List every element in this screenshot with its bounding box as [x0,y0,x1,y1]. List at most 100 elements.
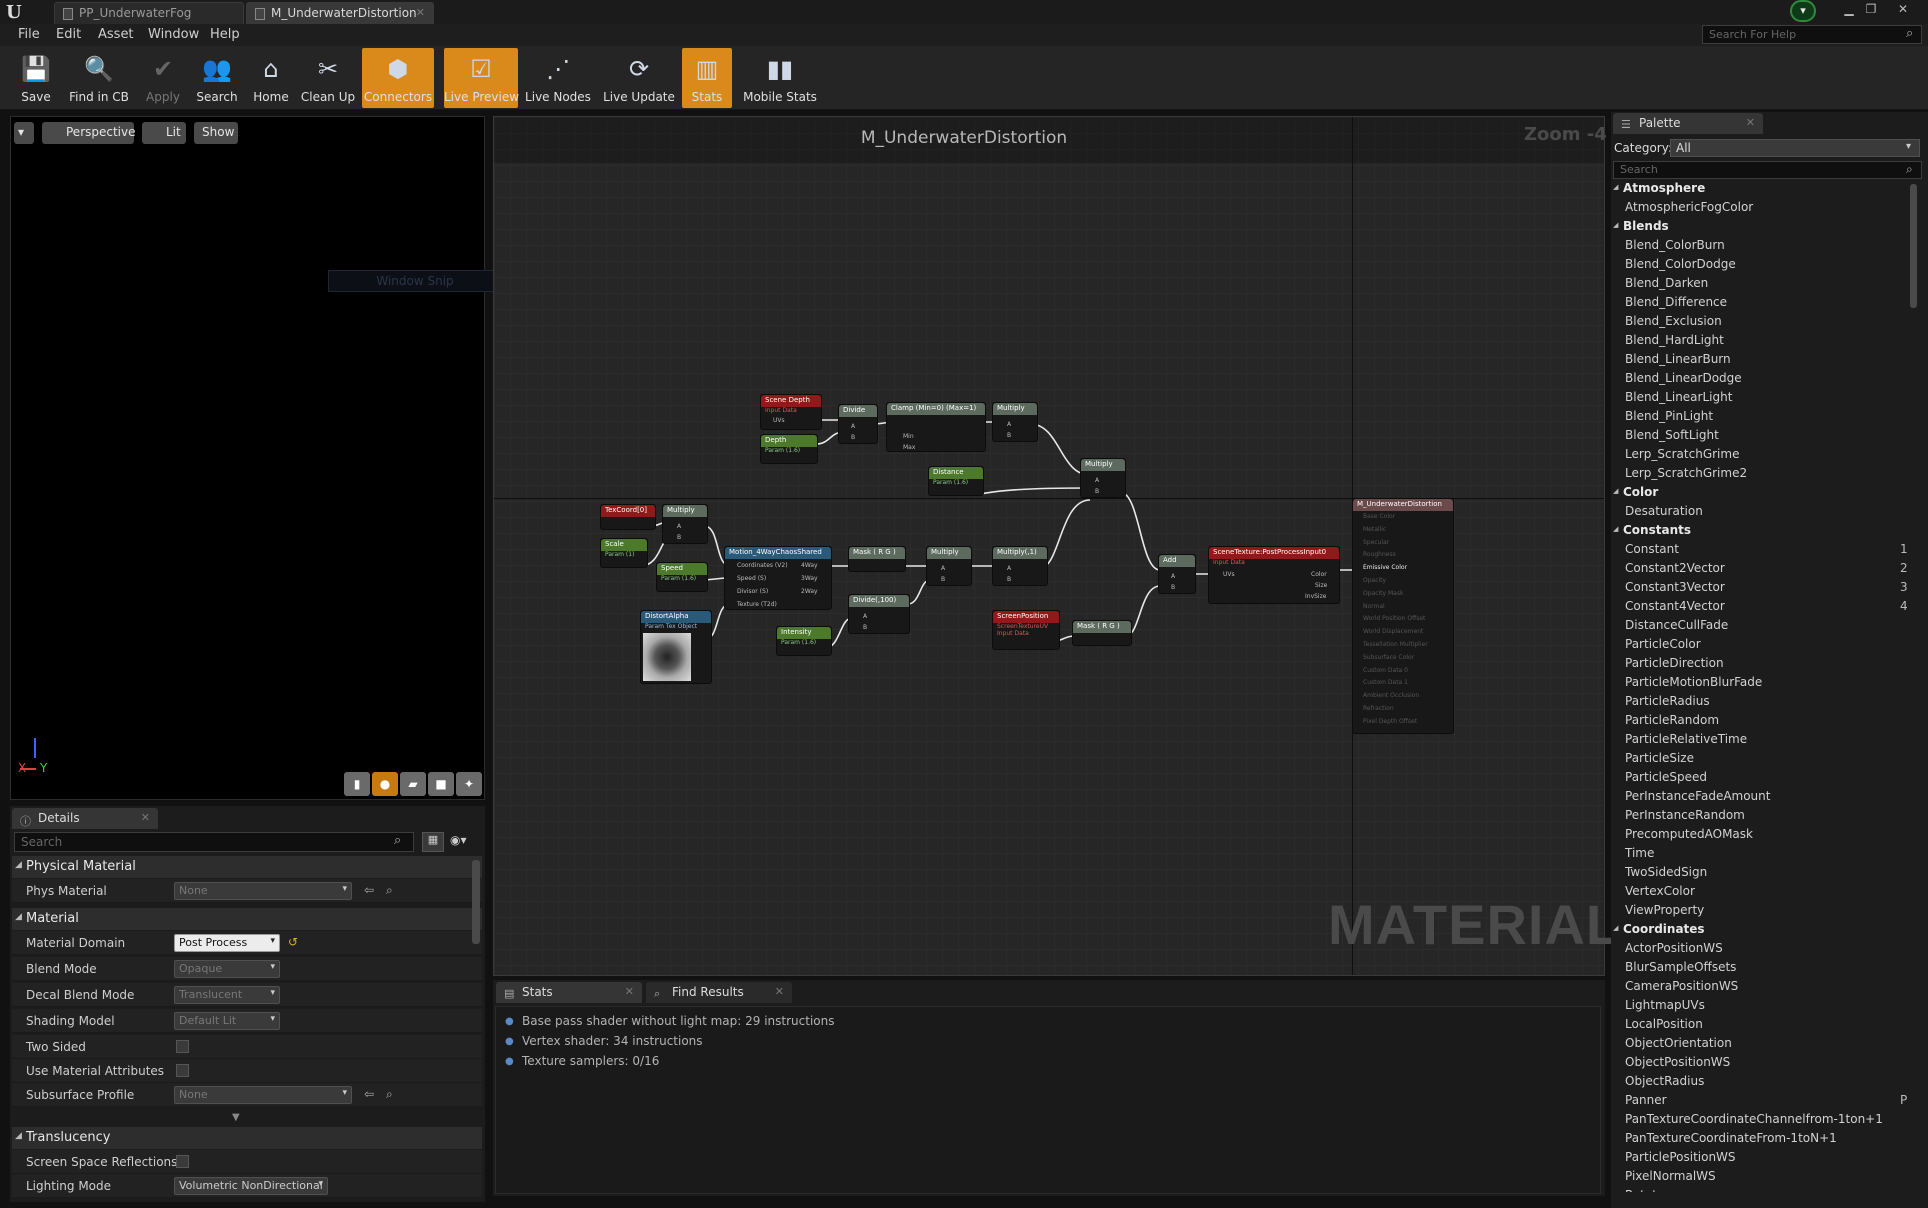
palette-category[interactable]: Blends [1613,219,1669,238]
palette-item[interactable]: LightmapUVs [1625,998,1705,1017]
palette-category[interactable]: Constants [1613,523,1691,542]
palette-item[interactable]: ParticleSpeed [1625,770,1707,789]
palette-item[interactable]: ParticleRandom [1625,713,1719,732]
palette-item[interactable]: Desaturation [1625,504,1703,523]
reset-to-default-icon[interactable]: ↺ [288,935,298,949]
palette-item[interactable]: Constant3Vector [1625,580,1725,599]
expand-advanced-icon[interactable]: ▼ [232,1112,240,1123]
preview-viewport[interactable] [10,116,485,800]
mesh-preview-icon[interactable]: ✦ [456,772,482,796]
node-distance[interactable]: Distance Param (1.6) [928,466,984,496]
palette-item[interactable]: Constant [1625,542,1679,561]
palette-item[interactable]: DistanceCullFade [1625,618,1728,637]
palette-item[interactable]: ParticleRadius [1625,694,1710,713]
palette-item[interactable]: VertexColor [1625,884,1695,903]
close-icon[interactable]: ✕ [1746,116,1755,129]
palette-item[interactable]: ParticlePositionWS [1625,1150,1736,1169]
palette-item[interactable]: Blend_Difference [1625,295,1727,314]
node-texcoord[interactable]: TexCoord[0] [600,504,656,530]
palette-item[interactable]: Lerp_ScratchGrime [1625,447,1739,466]
node-depth[interactable]: Depth Param (1.6) [760,434,818,464]
section-material[interactable]: ◢ Material [12,908,482,930]
node-add[interactable]: Add A B [1158,554,1196,594]
node-distort-alpha[interactable]: DistortAlpha Param Tex Object [640,610,712,684]
palette-item[interactable]: TwoSidedSign [1625,865,1707,884]
clean-up-button[interactable]: ✂ Clean Up [300,48,356,108]
perspective-button[interactable]: Perspective [42,122,136,144]
palette-item[interactable]: BlurSampleOffsets [1625,960,1736,979]
palette-item[interactable]: Blend_LinearLight [1625,390,1732,409]
palette-item[interactable]: Rotator [1625,1188,1669,1192]
palette-item[interactable]: Blend_PinLight [1625,409,1713,428]
palette-search-input[interactable]: Search [1613,161,1922,179]
subsurface-profile-dropdown[interactable]: None ▾ [174,1086,352,1104]
node-result-material[interactable]: M_UnderwaterDistortion Base Color Metalli… [1352,498,1454,734]
browse-icon[interactable]: ⌕ [386,1087,393,1102]
phys-material-dropdown[interactable]: None ▾ [174,882,352,900]
palette-item[interactable]: ObjectOrientation [1625,1036,1732,1055]
palette-category[interactable]: Atmosphere [1613,181,1705,200]
two-sided-checkbox[interactable] [176,1040,189,1053]
use-material-attributes-checkbox[interactable] [176,1064,189,1077]
menu-help[interactable]: Help [210,27,240,42]
node-speed[interactable]: Speed Param (1.6) [656,562,708,592]
search-button[interactable]: 👥 Search [194,48,240,108]
palette-item[interactable]: Blend_SoftLight [1625,428,1719,447]
plane-preview-icon[interactable]: ▰ [400,772,426,796]
palette-item[interactable]: ParticleMotionBlurFade [1625,675,1762,694]
live-preview-button[interactable]: ☑ Live Preview [444,48,519,108]
home-button[interactable]: ⌂ Home [248,48,294,108]
palette-item[interactable]: ObjectRadius [1625,1074,1704,1093]
apply-button[interactable]: ✔ Apply [140,48,186,108]
palette-item[interactable]: ParticleColor [1625,637,1701,656]
palette-item[interactable]: Blend_Darken [1625,276,1708,295]
find-in-cb-button[interactable]: 🔍 Find in CB [66,48,132,108]
shading-model-dropdown[interactable]: Default Lit ▾ [174,1012,280,1030]
close-icon[interactable]: ✕ [625,985,634,998]
node-mask-rg-2[interactable]: Mask ( R G ) [1072,620,1132,646]
tab-palette[interactable]: ☰ Palette ✕ [1613,113,1763,134]
palette-item[interactable]: PerInstanceFadeAmount [1625,789,1770,808]
save-button[interactable]: 💾 Save [12,48,60,108]
node-multiply-a[interactable]: Multiply A B [926,546,972,586]
node-multiply-top[interactable]: Multiply A B [992,402,1038,442]
palette-item[interactable]: Time [1625,846,1654,865]
use-selected-icon[interactable]: ⇦ [364,1087,374,1101]
menu-asset[interactable]: Asset [98,27,134,42]
node-motion-4waychaos[interactable]: Motion_4WayChaosShared Coordinates (V2) … [724,546,832,610]
live-update-button[interactable]: ⟳ Live Update [600,48,678,108]
palette-item[interactable]: Constant4Vector [1625,599,1725,618]
blend-mode-dropdown[interactable]: Opaque ▾ [174,960,280,978]
node-divide[interactable]: Divide A B [838,404,878,444]
palette-item[interactable]: Blend_LinearDodge [1625,371,1742,390]
palette-scrollbar[interactable] [1910,184,1917,308]
mobile-stats-button[interactable]: ▮▮ Mobile Stats [738,48,822,108]
details-scrollbar[interactable] [472,860,480,944]
show-button[interactable]: Show [194,122,238,144]
help-search-input[interactable]: Search For Help [1702,25,1922,44]
view-options-icon[interactable]: ◉▾ [450,833,467,847]
node-mask-rg-1[interactable]: Mask ( R G ) [848,546,906,572]
tab-stats[interactable]: ▤ Stats ✕ [496,982,642,1003]
tab-find-results[interactable]: ⌕ Find Results ✕ [646,982,792,1003]
lighting-mode-dropdown[interactable]: Volumetric NonDirectional ▾ [174,1177,328,1195]
palette-item[interactable]: ParticleSize [1625,751,1694,770]
tab-details[interactable]: ⓘ Details ✕ [12,808,158,829]
palette-item[interactable]: LocalPosition [1625,1017,1703,1036]
palette-item[interactable]: AtmosphericFogColor [1625,200,1753,219]
notification-icon[interactable]: ▾ [1790,0,1816,22]
cylinder-preview-icon[interactable]: ▮ [344,772,370,796]
viewport-options-button[interactable]: ▾ [14,122,34,144]
live-nodes-button[interactable]: ⋰ Live Nodes [524,48,592,108]
palette-item[interactable]: Panner [1625,1093,1667,1112]
node-scene-texture[interactable]: SceneTexture:PostProcessInput0 Input Dat… [1208,546,1340,604]
palette-item[interactable]: ObjectPositionWS [1625,1055,1730,1074]
palette-item[interactable]: Blend_HardLight [1625,333,1724,352]
decal-blend-mode-dropdown[interactable]: Translucent ▾ [174,986,280,1004]
category-dropdown[interactable]: All [1670,139,1920,157]
palette-item[interactable]: Blend_Exclusion [1625,314,1722,333]
node-intensity[interactable]: Intensity Param (1.6) [776,626,832,656]
browse-icon[interactable]: ⌕ [386,883,393,898]
palette-item[interactable]: Constant2Vector [1625,561,1725,580]
sphere-preview-icon[interactable]: ● [372,772,398,796]
